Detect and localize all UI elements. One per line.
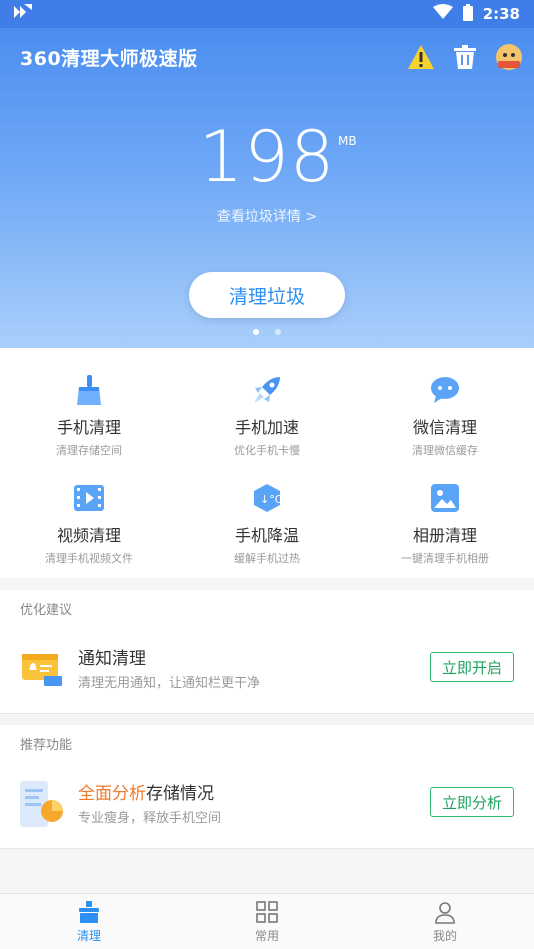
- notification-app-icon: [12, 2, 34, 26]
- photo-icon: [429, 482, 461, 514]
- grid-item-album-clean[interactable]: 相册清理 一键清理手机相册: [356, 468, 534, 576]
- grid-icon: [256, 900, 278, 923]
- status-time: 2:38: [482, 5, 520, 23]
- suggestions-section: 优化建议 通知清理 清理无用通知，让通知栏更干净 立即开启: [0, 590, 534, 714]
- feature-grid: 手机清理 清理存储空间 手机加速 优化手机卡慢 微信清理 清理微信缓存 视频清理…: [0, 348, 534, 578]
- broom-icon: [79, 900, 99, 923]
- grid-subtitle: 缓解手机过热: [234, 552, 300, 565]
- grid-subtitle: 清理微信缓存: [412, 444, 478, 457]
- grid-title: 微信清理: [412, 418, 477, 437]
- status-right: 2:38: [432, 3, 520, 25]
- battery-icon: [462, 3, 473, 25]
- person-icon: [435, 901, 455, 924]
- rocket-icon: [251, 374, 283, 406]
- storage-analysis-icon: [20, 781, 64, 827]
- bottom-nav: 清理 常用 我的: [0, 893, 534, 949]
- svg-text:↓°C: ↓°C: [260, 493, 282, 506]
- clean-junk-button[interactable]: 清理垃圾: [189, 272, 345, 318]
- grid-subtitle: 优化手机卡慢: [234, 444, 300, 457]
- wifi-icon: [432, 4, 453, 24]
- chat-bubble-icon: [429, 374, 461, 406]
- page-dot: [253, 329, 259, 335]
- nav-tab-common[interactable]: 常用: [178, 894, 356, 949]
- grid-subtitle: 清理存储空间: [56, 444, 122, 457]
- status-bar: 2:38: [0, 0, 534, 28]
- grid-subtitle: 一键清理手机相册: [401, 552, 489, 565]
- nav-tab-profile[interactable]: 我的: [356, 894, 534, 949]
- nav-label: 常用: [254, 928, 279, 943]
- video-icon: [73, 482, 105, 514]
- junk-amount: 198: [198, 116, 336, 198]
- section-label: 优化建议: [20, 603, 73, 618]
- section-label: 推荐功能: [20, 738, 73, 753]
- card-subtitle: 清理无用通知，让通知栏更干净: [78, 676, 261, 691]
- junk-unit: MB: [338, 134, 357, 148]
- trash-icon[interactable]: [450, 42, 480, 72]
- thermometer-celsius-icon: ↓°C: [251, 482, 283, 514]
- grid-item-video-clean[interactable]: 视频清理 清理手机视频文件: [0, 468, 178, 576]
- hero-panel: 360清理大师极速版 198 MB 查看垃圾详情 > 清理垃圾: [0, 28, 534, 348]
- nav-label: 我的: [432, 928, 457, 943]
- grid-item-speed-up[interactable]: 手机加速 优化手机卡慢: [178, 360, 356, 468]
- page-dot: [275, 329, 281, 335]
- grid-item-wechat-clean[interactable]: 微信清理 清理微信缓存: [356, 360, 534, 468]
- storage-analysis-card[interactable]: 全面分析存储情况 专业瘦身，释放手机空间 立即分析: [0, 759, 534, 849]
- card-subtitle: 专业瘦身，释放手机空间: [78, 811, 222, 826]
- app-title: 360清理大师极速版: [20, 48, 198, 70]
- recommend-section: 推荐功能 全面分析存储情况 专业瘦身，释放手机空间 立即分析: [0, 725, 534, 849]
- analyze-now-button[interactable]: 立即分析: [430, 787, 514, 817]
- grid-item-cool-down[interactable]: ↓°C 手机降温 缓解手机过热: [178, 468, 356, 576]
- grid-subtitle: 清理手机视频文件: [45, 552, 133, 565]
- notification-icon: [20, 646, 64, 690]
- warning-icon[interactable]: [406, 42, 436, 72]
- broom-icon: [73, 374, 105, 406]
- card-title: 全面分析存储情况: [78, 779, 214, 804]
- ad-free-avatar-icon[interactable]: [494, 42, 524, 72]
- nav-tab-clean[interactable]: 清理: [0, 894, 178, 949]
- grid-title: 视频清理: [56, 526, 121, 545]
- grid-title: 相册清理: [412, 526, 477, 545]
- nav-label: 清理: [76, 928, 101, 943]
- grid-title: 手机清理: [56, 418, 121, 437]
- page-indicator: [0, 329, 534, 335]
- junk-detail-link[interactable]: 查看垃圾详情 >: [0, 206, 534, 226]
- header-actions: [406, 42, 524, 72]
- grid-title: 手机加速: [234, 418, 299, 437]
- grid-item-phone-clean[interactable]: 手机清理 清理存储空间: [0, 360, 178, 468]
- notification-clean-card[interactable]: 通知清理 清理无用通知，让通知栏更干净 立即开启: [0, 624, 534, 714]
- card-title: 通知清理: [78, 649, 146, 669]
- card-title-rest: 存储情况: [146, 784, 214, 804]
- enable-now-button[interactable]: 立即开启: [430, 652, 514, 682]
- grid-title: 手机降温: [234, 526, 299, 545]
- card-title-highlight: 全面分析: [78, 784, 146, 804]
